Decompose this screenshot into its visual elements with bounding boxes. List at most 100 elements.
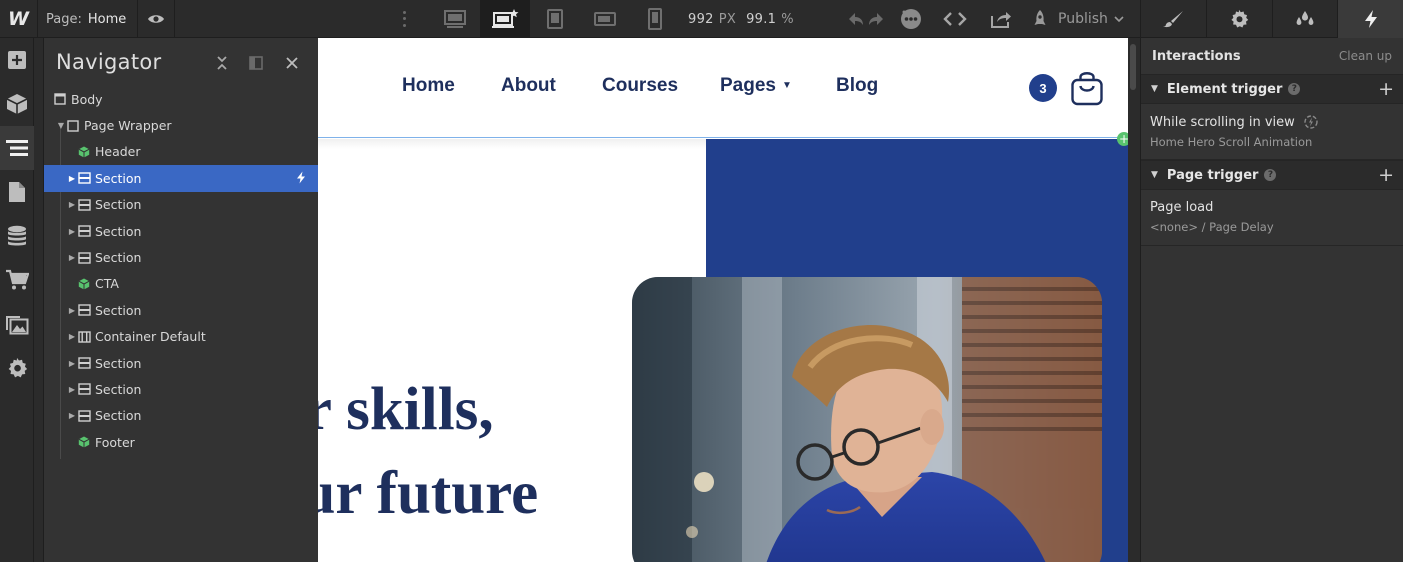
chevron-down-icon [1114,16,1124,23]
collapse-all-button[interactable] [212,53,232,73]
rail-settings[interactable] [0,346,34,390]
export-button[interactable] [986,0,1016,38]
element-trigger-section[interactable]: ▼ Element trigger ? + [1141,74,1403,104]
symbol-icon [77,145,91,159]
navigator-icon [6,140,28,156]
element-trigger-item[interactable]: While scrolling in view Home Hero Scroll… [1141,104,1403,160]
clean-up-button[interactable]: Clean up [1339,49,1392,63]
navigator-item-header[interactable]: Header [44,139,318,165]
close-navigator-button[interactable] [282,53,302,73]
tab-style-manager[interactable] [1271,0,1338,38]
navigator-item-section[interactable]: ▶ Section [44,244,318,270]
nav-link-pages-dropdown[interactable]: Pages ▼ [720,75,792,97]
navigator-item-label: Body [71,91,103,107]
canvas-scrollbar-track[interactable] [1128,38,1140,562]
publish-button[interactable]: Publish [1030,0,1130,38]
nav-link-blog[interactable]: Blog [836,75,878,97]
cart-button[interactable] [1070,69,1104,110]
caret-right-icon[interactable]: ▶ [67,359,77,368]
nav-link-home[interactable]: Home [402,75,455,97]
navigator-item-section[interactable]: ▶ Section [44,350,318,376]
caret-down-icon[interactable]: ▼ [56,121,66,130]
add-element-handle[interactable]: + [1117,132,1128,146]
export-icon [991,12,1011,28]
undo-redo[interactable] [842,0,890,38]
caret-right-icon[interactable]: ▶ [67,306,77,315]
webflow-logo[interactable]: W [0,0,38,38]
rail-ecommerce[interactable] [0,258,34,302]
bolt-icon [1364,10,1377,28]
mobile-portrait-icon [648,8,662,30]
rail-assets[interactable] [0,302,34,346]
caret-right-icon[interactable]: ▶ [67,174,77,183]
design-canvas[interactable]: Home About Courses Pages ▼ Blog 3 skills… [318,38,1128,562]
navigator-item-label: Section [95,355,142,371]
page-trigger-item[interactable]: Page load <none> / Page Delay [1141,190,1403,246]
nav-link-about[interactable]: About [501,75,556,97]
caret-right-icon[interactable]: ▶ [67,411,77,420]
dock-panel-button[interactable] [246,53,266,73]
navigator-item-cta[interactable]: CTA [44,271,318,297]
breakpoint-tablet[interactable] [530,0,580,38]
navigator-item-label: Footer [95,434,135,450]
code-button[interactable] [938,0,972,38]
help-icon[interactable]: ? [1288,83,1301,95]
close-icon [286,57,298,69]
navigator-item-section[interactable]: ▶ Section [44,192,318,218]
breakpoint-desktop-base[interactable] [480,0,530,38]
page-selector[interactable]: Page: Home [46,0,126,38]
navigator-header: Navigator [44,38,318,86]
rail-navigator[interactable] [0,126,34,170]
section-icon [77,251,91,265]
navigator-item-section[interactable]: ▶ Section [44,218,318,244]
canvas-width-unit: PX [718,11,737,27]
navigator-item-label: Container Default [95,329,206,345]
caret-right-icon[interactable]: ▶ [67,200,77,209]
navigator-panel: Navigator Body ▼ Page Wrapper Header ▶ Sectio… [43,38,318,562]
rail-symbols[interactable] [0,82,34,126]
tab-interactions[interactable] [1337,0,1403,38]
breakpoint-mobile-portrait[interactable] [630,0,680,38]
navigator-item-body[interactable]: Body [44,86,318,112]
navigator-item-footer[interactable]: Footer [44,429,318,455]
caret-right-icon[interactable]: ▶ [67,332,77,341]
box-icon [6,94,28,114]
add-element-trigger-button[interactable]: + [1378,78,1394,100]
tab-style[interactable] [1140,0,1206,38]
navigator-item-section[interactable]: ▶ Section [44,165,318,192]
caret-right-icon[interactable]: ▶ [67,227,77,236]
tab-settings[interactable] [1205,0,1272,38]
gear-icon [1231,9,1249,28]
settings-icon [8,357,28,378]
page-trigger-item-sub: <none> / Page Delay [1150,220,1274,234]
page-trigger-section[interactable]: ▼ Page trigger ? + [1141,160,1403,190]
more-dots-icon[interactable] [398,9,410,29]
hero-heading-line-1: ur skills, [318,376,494,443]
help-icon[interactable]: ? [1264,169,1277,181]
nav-link-courses[interactable]: Courses [602,75,678,97]
rail-cms[interactable] [0,214,34,258]
preview-button[interactable] [137,0,175,38]
site-navbar[interactable]: Home About Courses Pages ▼ Blog 3 [318,38,1128,138]
nav-link-pages: Pages [720,75,776,96]
navigator-item-section[interactable]: ▶ Section [44,376,318,402]
navigator-item-container-default[interactable]: ▶ Container Default [44,324,318,350]
breakpoint-desktop-large[interactable] [430,0,480,38]
hero-heading[interactable]: ur skills, our future [318,368,538,536]
element-trigger-item-sub: Home Hero Scroll Animation [1150,135,1313,149]
caret-right-icon[interactable]: ▶ [67,253,77,262]
rail-pages[interactable] [0,170,34,214]
navigator-item-label: Section [95,223,142,239]
canvas-scrollbar-thumb[interactable] [1130,44,1136,90]
navigator-item-section[interactable]: ▶ Section [44,403,318,429]
page-label: Page: [46,11,82,27]
drops-icon [1296,11,1314,25]
add-page-trigger-button[interactable]: + [1378,164,1394,186]
breakpoint-mobile-landscape[interactable] [580,0,630,38]
comments-button[interactable] [896,0,926,38]
caret-right-icon[interactable]: ▶ [67,385,77,394]
navigator-item-page-wrapper[interactable]: ▼ Page Wrapper [44,112,318,138]
navigator-item-section[interactable]: ▶ Section [44,297,318,323]
rail-add[interactable] [0,38,34,82]
tablet-icon [547,9,563,29]
